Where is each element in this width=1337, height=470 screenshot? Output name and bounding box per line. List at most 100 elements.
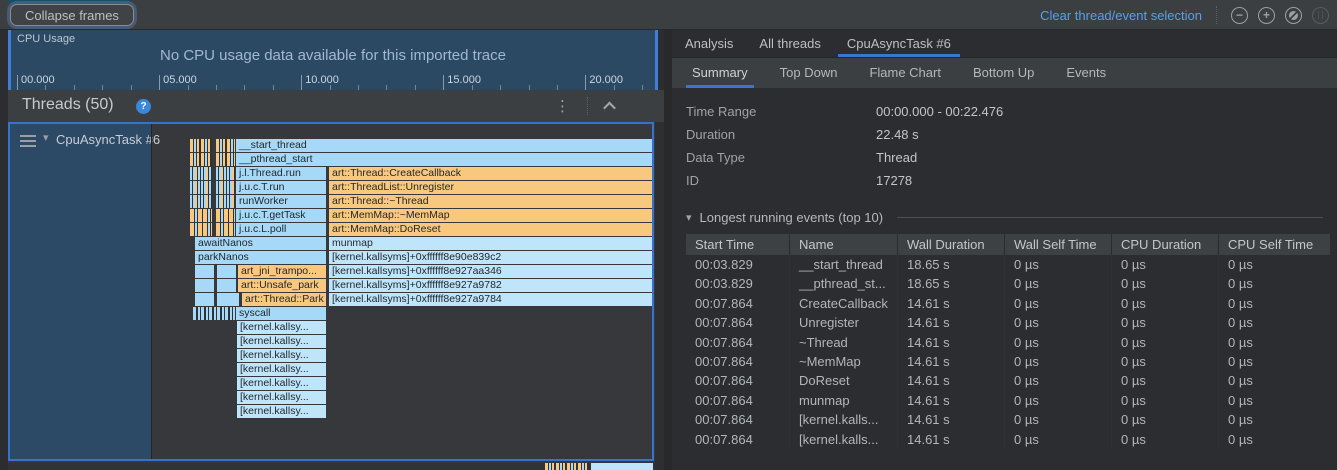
threads-panel-header: Threads (50) ? ⋮ (8, 90, 664, 122)
column-header-start-time[interactable]: Start Time (686, 234, 790, 255)
zoom-in-icon[interactable]: + (1258, 7, 1275, 24)
trace-slices[interactable] (190, 181, 212, 194)
trace-slices[interactable] (216, 209, 235, 222)
table-row[interactable]: 00:07.864[kernel.kalls...14.61 s0 µs0 µs… (686, 430, 1330, 449)
help-icon[interactable]: ? (136, 99, 151, 114)
trace-frame[interactable]: art_jni_trampo... (238, 265, 326, 278)
table-row[interactable]: 00:03.829__pthread_st...18.65 s0 µs0 µs0… (686, 274, 1330, 293)
column-header-name[interactable]: Name (790, 234, 898, 255)
tab-analysis[interactable]: Analysis (672, 30, 746, 57)
trace-frame[interactable] (217, 265, 236, 278)
table-cell: 0 µs (1112, 410, 1219, 429)
trace-frame[interactable]: j.u.c.T.getTask (236, 209, 326, 222)
trace-frame[interactable]: [kernel.kallsy... (237, 405, 326, 418)
subtab-summary[interactable]: Summary (676, 58, 764, 88)
column-header-cpu-duration[interactable]: CPU Duration (1112, 234, 1219, 255)
trace-frame[interactable]: art::MemMap::~MemMap (329, 209, 653, 222)
table-row[interactable]: 00:07.864~Thread14.61 s0 µs0 µs0 µs (686, 333, 1330, 352)
trace-frame[interactable] (195, 265, 214, 278)
trace-frame[interactable]: runWorker (236, 195, 326, 208)
panel-splitter[interactable] (664, 30, 672, 470)
trace-slices[interactable] (193, 307, 235, 320)
table-row[interactable]: 00:07.864munmap14.61 s0 µs0 µs0 µs (686, 391, 1330, 410)
trace-frame[interactable]: [kernel.kallsy... (237, 335, 326, 348)
table-cell: 18.65 s (898, 255, 1005, 274)
trace-slices[interactable] (216, 167, 235, 180)
column-header-wall-duration[interactable]: Wall Duration (898, 234, 1005, 255)
trace-slices[interactable] (216, 181, 235, 194)
trace-frame[interactable]: __pthread_start (236, 153, 653, 166)
trace-frame[interactable] (195, 279, 214, 292)
table-row[interactable]: 00:07.864[kernel.kalls...14.61 s0 µs0 µs… (686, 410, 1330, 429)
trace-slices[interactable] (190, 167, 212, 180)
trace-frame[interactable]: syscall (236, 307, 326, 320)
trace-frame[interactable] (217, 293, 239, 306)
trace-frame[interactable]: [kernel.kallsyms]+0xffffff8e927aa346 (329, 265, 653, 278)
table-row[interactable]: 00:07.864~MemMap14.61 s0 µs0 µs0 µs (686, 352, 1330, 371)
subtab-top-down[interactable]: Top Down (764, 58, 854, 88)
trace-frame[interactable]: [kernel.kallsy... (237, 363, 326, 376)
subtab-flame-chart[interactable]: Flame Chart (853, 58, 957, 88)
trace-frame[interactable] (217, 279, 236, 292)
trace-frame[interactable]: [kernel.kallsy... (237, 349, 326, 362)
trace-frame[interactable]: parkNanos (195, 251, 326, 264)
subtab-events[interactable]: Events (1050, 58, 1122, 88)
kebab-menu-icon[interactable]: ⋮ (555, 97, 570, 115)
table-cell: 0 µs (1112, 294, 1219, 313)
column-header-wall-self-time[interactable]: Wall Self Time (1005, 234, 1112, 255)
threads-scrollbar-track[interactable] (655, 122, 664, 470)
trace-frame[interactable]: munmap (329, 237, 653, 250)
collapse-panel-icon[interactable] (603, 101, 616, 114)
trace-frame[interactable] (195, 293, 214, 306)
table-row[interactable]: 00:03.829__start_thread18.65 s0 µs0 µs0 … (686, 255, 1330, 274)
trace-frame[interactable]: awaitNanos (195, 237, 326, 250)
trace-slices[interactable] (190, 153, 212, 166)
clear-selection-link[interactable]: Clear thread/event selection (1040, 8, 1202, 23)
collapse-frames-button[interactable]: Collapse frames (10, 4, 134, 26)
table-cell: 0 µs (1219, 333, 1330, 352)
trace-slices[interactable] (216, 139, 235, 152)
trace-frame[interactable]: [kernel.kallsyms]+0xffffff8e927a9782 (329, 279, 653, 292)
column-header-cpu-self-time[interactable]: CPU Self Time (1219, 234, 1330, 255)
table-cell: 00:07.864 (686, 430, 790, 449)
trace-frame[interactable]: art::ThreadList::Unregister (329, 181, 653, 194)
table-row[interactable]: 00:07.864CreateCallback14.61 s0 µs0 µs0 … (686, 294, 1330, 313)
trace-slices[interactable] (190, 223, 212, 236)
trace-frame[interactable]: [kernel.kallsyms]+0xffffff8e927a9784 (329, 293, 653, 306)
trace-frame[interactable]: __start_thread (236, 139, 653, 152)
trace-frame[interactable]: j.u.c.T.run (236, 181, 326, 194)
subtab-bottom-up[interactable]: Bottom Up (957, 58, 1050, 88)
trace-frame[interactable]: j.u.c.L.poll (236, 223, 326, 236)
table-cell: 00:07.864 (686, 313, 790, 332)
next-thread-row[interactable] (8, 463, 664, 470)
trace-frame[interactable]: j.l.Thread.run (236, 167, 326, 180)
zoom-out-icon[interactable]: − (1231, 7, 1248, 24)
trace-frame[interactable]: art::Thread::CreateCallback (329, 167, 653, 180)
trace-frame[interactable]: [kernel.kallsyms]+0xffffff8e90e839c2 (329, 251, 653, 264)
trace-frame[interactable]: [kernel.kallsy... (237, 377, 326, 390)
tab-cpuasynctask-6[interactable]: CpuAsyncTask #6 (834, 30, 964, 57)
table-cell: 14.61 s (898, 430, 1005, 449)
next-thread-trace-bar[interactable] (591, 463, 653, 470)
trace-frame[interactable]: art::MemMap::DoReset (329, 223, 653, 236)
trace-slices[interactable] (190, 139, 212, 152)
trace-frame[interactable]: [kernel.kallsy... (237, 321, 326, 334)
trace-frame[interactable]: art::Unsafe_park (238, 279, 326, 292)
trace-frame[interactable]: art::Thread::~Thread (329, 195, 653, 208)
table-row[interactable]: 00:07.864Unregister14.61 s0 µs0 µs0 µs (686, 313, 1330, 332)
next-thread-trace-preview[interactable] (545, 463, 589, 470)
trace-slices[interactable] (216, 153, 235, 166)
trace-slices[interactable] (190, 195, 212, 208)
trace-slices[interactable] (216, 195, 235, 208)
trace-slices[interactable] (190, 209, 212, 222)
table-row[interactable]: 00:07.864DoReset14.61 s0 µs0 µs0 µs (686, 371, 1330, 390)
table-cell: 0 µs (1005, 391, 1112, 410)
section-collapse-icon[interactable]: ▾ (686, 211, 692, 224)
trace-frame[interactable]: [kernel.kallsy... (237, 391, 326, 404)
trace-slices[interactable] (216, 223, 235, 236)
summary-list: Time Range00:00.000 - 00:22.476Duration2… (686, 100, 1316, 192)
reset-zoom-icon[interactable] (1285, 7, 1302, 24)
tab-all-threads[interactable]: All threads (746, 30, 833, 57)
cpu-usage-panel[interactable]: CPU Usage No CPU usage data available fo… (8, 30, 658, 90)
trace-frame[interactable]: art::Thread::Park (242, 293, 326, 306)
